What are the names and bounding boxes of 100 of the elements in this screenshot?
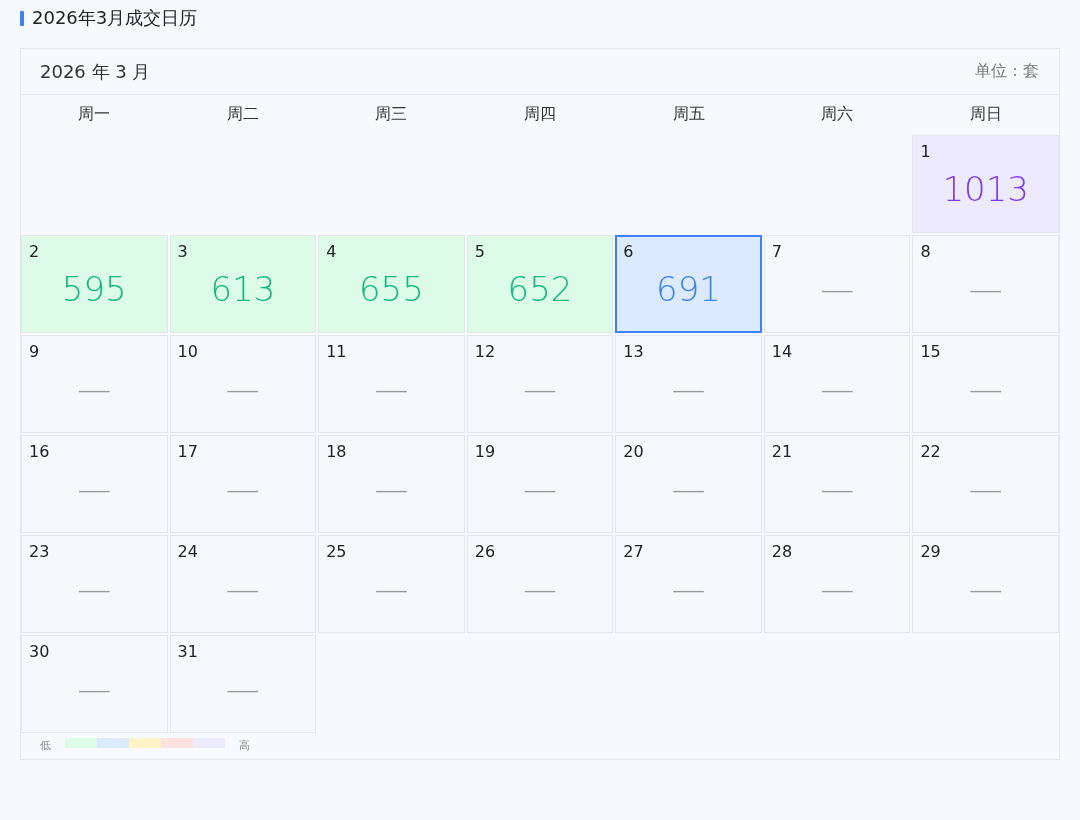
day-number: 16	[29, 442, 50, 461]
day-number: 13	[623, 342, 644, 361]
day-number: 31	[177, 642, 198, 661]
day-cell[interactable]: 18 —	[318, 435, 465, 533]
day-cell[interactable]: 22 —	[912, 435, 1059, 533]
day-number: 30	[29, 642, 50, 661]
day-value: —	[968, 269, 1003, 309]
day-number: 6	[623, 242, 634, 261]
day-cell[interactable]: 29 —	[912, 535, 1059, 633]
day-cell[interactable]: 31 —	[169, 635, 317, 733]
day-number: 21	[771, 442, 793, 461]
day-number: 20	[623, 442, 644, 461]
day-value: —	[77, 369, 112, 409]
day-cell[interactable]: 10 —	[169, 335, 317, 433]
day-value: —	[671, 569, 706, 609]
weekday-header: 周四	[523, 103, 557, 125]
day-number: 5	[474, 242, 485, 261]
day-cell[interactable]: 4 655	[318, 235, 465, 333]
day-number: 1	[920, 142, 931, 161]
day-number: 24	[177, 542, 198, 561]
day-cell[interactable]: 21 —	[763, 435, 911, 533]
day-number: 17	[177, 442, 198, 461]
day-number: 3	[177, 242, 188, 261]
day-cell[interactable]: 24 —	[169, 535, 317, 633]
day-cell[interactable]: 19 —	[466, 435, 614, 533]
day-number: 23	[29, 542, 50, 561]
weekday-header: 周六	[820, 103, 855, 125]
day-cell[interactable]: 12 —	[466, 335, 614, 433]
day-number: 8	[920, 242, 931, 261]
day-value: —	[77, 569, 112, 609]
day-number: 27	[623, 542, 644, 561]
day-cell[interactable]: 7 —	[763, 235, 911, 333]
day-value: 655	[358, 269, 424, 309]
day-value: —	[968, 569, 1003, 609]
day-cell[interactable]: 1 1013	[912, 135, 1059, 233]
legend-low-label: 低	[40, 737, 51, 753]
day-value: —	[820, 269, 855, 309]
day-cell[interactable]: 25 —	[318, 535, 465, 633]
day-cell[interactable]: 14 —	[763, 335, 911, 433]
day-number: 28	[771, 542, 793, 561]
day-value: —	[225, 569, 260, 609]
day-cell[interactable]: 13 —	[615, 335, 762, 433]
day-value: —	[523, 569, 557, 609]
day-cell[interactable]: 2 595	[21, 235, 168, 333]
day-cell[interactable]: 23 —	[21, 535, 168, 633]
day-value: 613	[210, 269, 276, 309]
day-cell[interactable]: 28 —	[763, 535, 911, 633]
day-cell[interactable]: 9 —	[21, 335, 168, 433]
day-number: 14	[771, 342, 793, 361]
day-number: 26	[474, 542, 496, 561]
day-value: 691	[656, 269, 721, 309]
day-value: 595	[61, 269, 127, 309]
day-value: —	[374, 469, 409, 509]
day-cell[interactable]: 17 —	[169, 435, 317, 533]
day-number: 7	[771, 242, 783, 261]
weekday-header: 周五	[671, 103, 706, 125]
day-value: —	[671, 469, 706, 509]
day-cell[interactable]: 6 691	[615, 235, 762, 333]
day-value: —	[225, 669, 260, 709]
day-number: 18	[326, 442, 347, 461]
day-value: —	[225, 369, 260, 409]
day-value: —	[523, 469, 557, 509]
day-number: 9	[29, 342, 40, 361]
day-number: 25	[326, 542, 347, 561]
day-cell[interactable]: 27 —	[615, 535, 762, 633]
day-value: —	[671, 369, 706, 409]
day-cell[interactable]: 26 —	[466, 535, 614, 633]
day-value: —	[374, 369, 409, 409]
day-cell[interactable]: 3 613	[169, 235, 317, 333]
day-cell[interactable]: 15 —	[912, 335, 1059, 433]
day-value: —	[968, 369, 1003, 409]
day-value: —	[523, 369, 557, 409]
day-value: —	[225, 469, 260, 509]
day-number: 10	[177, 342, 198, 361]
day-value: —	[820, 569, 855, 609]
day-cell[interactable]: 16 —	[21, 435, 168, 533]
day-number: 11	[326, 342, 347, 361]
day-number: 22	[920, 442, 941, 461]
day-value: —	[820, 369, 855, 409]
page-title: 2026年3月成交日历	[32, 6, 198, 30]
day-number: 15	[920, 342, 941, 361]
day-value: 1013	[942, 169, 1029, 209]
unit-label: 单位：套	[975, 61, 1039, 82]
day-cell[interactable]: 8 —	[912, 235, 1059, 333]
day-value: —	[77, 669, 112, 709]
day-cell[interactable]: 11 —	[318, 335, 465, 433]
day-value: —	[77, 469, 112, 509]
day-cell[interactable]: 5 652	[466, 235, 614, 333]
day-value: —	[820, 469, 855, 509]
day-cell[interactable]: 20 —	[615, 435, 762, 533]
day-number: 19	[474, 442, 496, 461]
legend-high-label: 高	[239, 737, 250, 753]
weekday-header: 周二	[225, 103, 260, 125]
month-label: 2026 年 3 月	[40, 59, 151, 84]
day-number: 29	[920, 542, 941, 561]
day-value: —	[374, 569, 409, 609]
day-number: 4	[326, 242, 337, 261]
weekday-header: 周日	[968, 103, 1003, 125]
day-cell[interactable]: 30 —	[21, 635, 168, 733]
title-accent-bar	[20, 10, 24, 26]
